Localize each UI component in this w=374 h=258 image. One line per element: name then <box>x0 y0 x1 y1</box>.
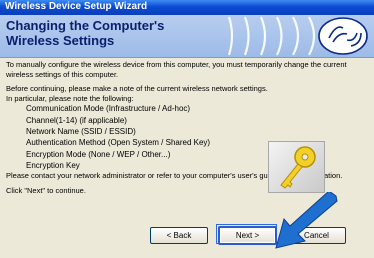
wireless-logo-icon <box>227 16 368 56</box>
page-title: Changing the Computer's Wireless Setting… <box>6 18 165 48</box>
list-item: Communication Mode (Infrastructure / Ad-… <box>26 104 191 114</box>
next-button[interactable]: Next > <box>218 226 277 245</box>
key-icon <box>280 146 316 189</box>
note-heading: Before continuing, please make a note of… <box>6 84 268 94</box>
header-banner: Changing the Computer's Wireless Setting… <box>0 15 374 57</box>
wizard-window: Wireless Device Setup Wizard Changing th… <box>0 0 374 258</box>
intro-text: To manually configure the wireless devic… <box>6 60 347 79</box>
pointer-arrow-icon <box>275 192 338 249</box>
back-button[interactable]: < Back <box>150 227 208 244</box>
key-image <box>268 141 325 193</box>
list-item: Network Name (SSID / ESSID) <box>26 126 136 136</box>
header-separator <box>0 57 374 58</box>
title-bar: Wireless Device Setup Wizard <box>0 0 374 15</box>
note-subheading: In particular, please note the following… <box>6 93 134 103</box>
window-title: Wireless Device Setup Wizard <box>5 1 148 12</box>
list-item: Channel(1-14) (if applicable) <box>26 115 127 125</box>
